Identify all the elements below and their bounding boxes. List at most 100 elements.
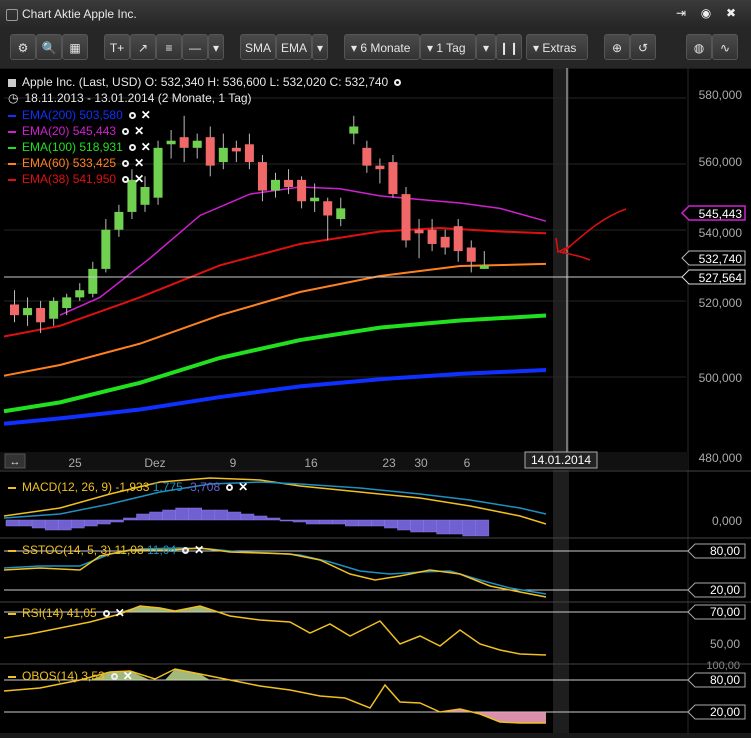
indicator-settings-icon[interactable] xyxy=(122,176,130,184)
indicator-name: EMA(20) xyxy=(22,124,70,138)
indicator-swatch xyxy=(8,178,16,181)
indicator-settings-icon[interactable] xyxy=(128,144,136,152)
horizontal-line-icon[interactable]: — xyxy=(182,34,208,60)
indicator-swatch xyxy=(8,162,16,165)
indicator-close-icon[interactable]: ✕ xyxy=(134,172,144,186)
indicator-close-icon[interactable]: ✕ xyxy=(134,156,144,170)
time-label: 9 xyxy=(230,456,237,470)
indicator-settings-icon[interactable] xyxy=(122,160,130,168)
indicator-value: 545,443 xyxy=(72,124,117,138)
macd-tick: 0,000 xyxy=(712,514,742,528)
sstoc-swatch xyxy=(8,549,16,552)
app-icon xyxy=(6,9,18,21)
range-select[interactable]: ▾ 6 Monate xyxy=(344,34,420,60)
sstoc-close-icon[interactable]: ✕ xyxy=(194,543,204,557)
sstoc-value: 11,03 xyxy=(114,543,144,557)
line-tool-icon[interactable]: ↗ xyxy=(130,34,156,60)
candle-body xyxy=(453,226,463,252)
interval-select[interactable]: ▾ 1 Tag xyxy=(420,34,476,60)
price-tick: 520,000 xyxy=(699,296,743,310)
candle-body xyxy=(179,137,189,148)
flag-ema20: 545,443 xyxy=(680,205,746,221)
scroll-handle-icon[interactable]: ↔ xyxy=(4,453,26,469)
macd-bar xyxy=(31,519,46,529)
gear-icon[interactable]: ⚙ xyxy=(10,34,36,60)
macd-bar xyxy=(305,519,320,525)
indicator-close-icon[interactable]: ✕ xyxy=(134,124,144,138)
candle-body xyxy=(101,229,111,269)
macd-bar xyxy=(188,507,202,521)
fibonacci-tool-icon[interactable]: ≡ xyxy=(156,34,182,60)
candle-body xyxy=(166,140,176,145)
rsi-settings-icon[interactable] xyxy=(102,610,110,618)
macd-bar xyxy=(123,517,137,521)
obos-settings-icon[interactable] xyxy=(110,673,118,681)
quote-header: Apple Inc. (Last, USD) O: 532,340 H: 536… xyxy=(8,75,402,89)
chevron-down-icon[interactable]: ▾ xyxy=(312,34,328,60)
ema-button[interactable]: EMA xyxy=(276,34,312,60)
rsi-swatch xyxy=(8,612,16,615)
candle-body xyxy=(49,300,59,319)
macd-bar xyxy=(475,519,490,537)
obos-top: 100,00 xyxy=(706,660,740,672)
chevron-down-icon[interactable]: ▾ xyxy=(208,34,224,60)
table-icon[interactable]: ▦ xyxy=(62,34,88,60)
indicator-settings-icon[interactable] xyxy=(122,128,130,136)
rsi-close-icon[interactable]: ✕ xyxy=(115,606,125,620)
time-label: 23 xyxy=(382,456,396,470)
candlestick-icon[interactable]: ❙❙ xyxy=(496,34,522,60)
macd-bar xyxy=(436,519,450,535)
candle-body xyxy=(284,179,294,187)
quote-settings-icon[interactable] xyxy=(394,79,402,87)
macd-bar xyxy=(332,519,346,525)
detach-icon[interactable]: ⇥ xyxy=(674,6,688,20)
indicator-icon[interactable]: ∿ xyxy=(712,34,738,60)
cursor-date-flag: 14.01.2014 xyxy=(524,451,598,469)
obos-close-icon[interactable]: ✕ xyxy=(123,669,133,683)
indicator-name: EMA(60) xyxy=(22,156,70,170)
indicator-value: 503,580 xyxy=(79,108,123,122)
compare-icon[interactable]: ◍ xyxy=(686,34,712,60)
settings-icon[interactable]: ◉ xyxy=(699,6,713,20)
flag-cursor: 527,564 xyxy=(681,269,746,285)
indicator-name: EMA(200) xyxy=(22,108,77,122)
zoom-in-icon[interactable]: ⊕ xyxy=(604,34,630,60)
indicator-legend-row: EMA(38) 541,950 ✕ xyxy=(8,172,144,186)
price-tick: 580,000 xyxy=(699,88,743,102)
range-text: 18.11.2013 - 13.01.2014 (2 Monate, 1 Tag… xyxy=(24,91,252,105)
toolbar: ⚙ 🔍 ▦ T+ ↗ ≡ — ▾ SMA EMA ▾ ▾ 6 Monate ▾ … xyxy=(0,28,751,69)
flag-last-label: 532,740 xyxy=(699,252,743,266)
search-icon[interactable]: 🔍 xyxy=(36,34,62,60)
candle-body xyxy=(414,229,424,234)
candle-body xyxy=(36,308,46,323)
candle-body xyxy=(257,162,267,191)
indicator-settings-icon[interactable] xyxy=(128,112,136,120)
text-tool-icon[interactable]: T+ xyxy=(104,34,130,60)
obos-label: OBOS(14) xyxy=(22,669,79,683)
indicator-legend-row: EMA(200) 503,580 ✕ xyxy=(8,108,151,122)
macd-bar xyxy=(462,519,477,537)
sma-button[interactable]: SMA xyxy=(240,34,276,60)
indicator-legend-row: EMA(100) 518,931 ✕ xyxy=(8,140,151,154)
rsi-value: 41,05 xyxy=(66,606,97,620)
indicator-close-icon[interactable]: ✕ xyxy=(141,140,151,154)
indicator-close-icon[interactable]: ✕ xyxy=(141,108,151,122)
rsi-mid: 50,00 xyxy=(710,637,740,651)
candle-body xyxy=(271,179,280,191)
sstoc-settings-icon[interactable] xyxy=(182,547,190,555)
candle-body xyxy=(62,297,72,309)
macd-close-icon[interactable]: ✕ xyxy=(238,480,248,494)
macd-bar xyxy=(410,519,424,533)
macd-bar xyxy=(423,519,437,533)
macd-bar xyxy=(57,519,72,531)
macd-bar xyxy=(214,509,229,521)
close-icon[interactable]: ✖ xyxy=(724,6,738,20)
reset-icon[interactable]: ↺ xyxy=(630,34,656,60)
chevron-down-icon[interactable]: ▾ xyxy=(476,34,496,60)
extras-menu[interactable]: ▾ Extras xyxy=(526,34,588,60)
chart-area[interactable]: 580,000 560,000 540,000 520,000 500,000 … xyxy=(0,67,751,733)
price-tick: 480,000 xyxy=(699,451,743,465)
macd-bar xyxy=(201,509,216,521)
macd-settings-icon[interactable] xyxy=(226,484,234,492)
apple-icon xyxy=(8,78,16,87)
